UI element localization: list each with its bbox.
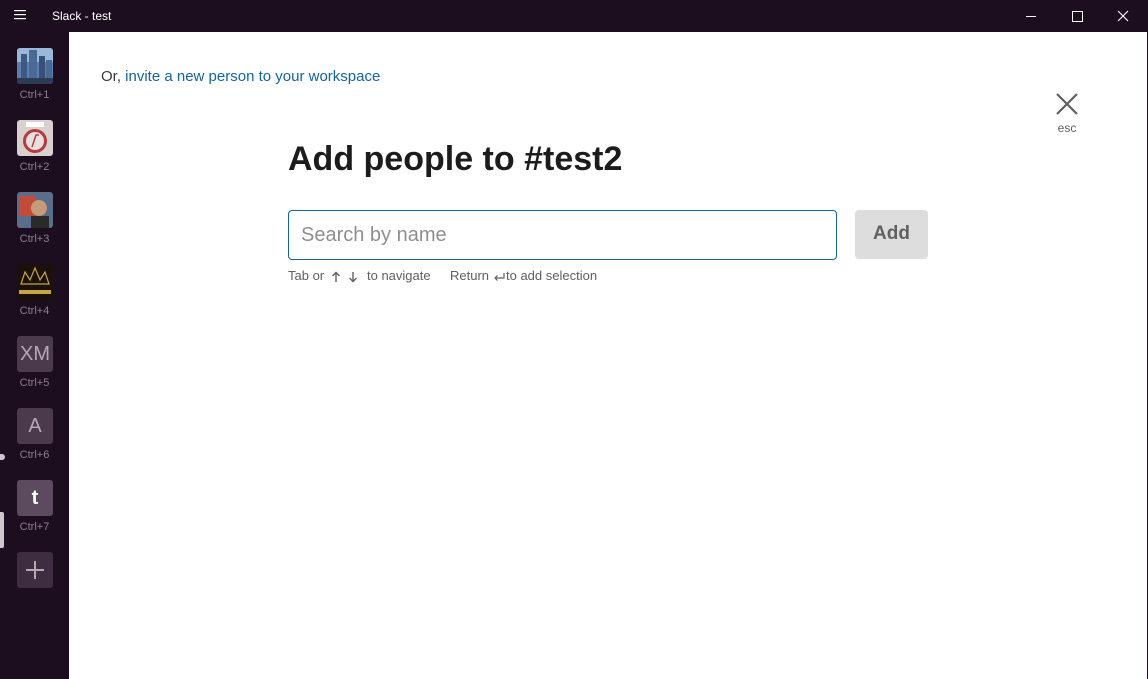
workspace-3-shortcut: Ctrl+3: [19, 233, 50, 245]
close-esc-label: esc: [1057, 121, 1077, 135]
window-title: Slack - test: [52, 9, 112, 23]
workspace-3-icon[interactable]: [17, 192, 53, 228]
workspace-5-icon[interactable]: XM: [17, 336, 53, 372]
workspace-7-icon[interactable]: t: [17, 480, 53, 516]
invite-link[interactable]: invite a new person to your workspace: [125, 68, 380, 85]
workspace-6-icon[interactable]: A: [17, 408, 53, 444]
hint-add-selection: to add selection: [506, 268, 598, 283]
add-button[interactable]: Add: [855, 210, 928, 259]
arrow-up-icon: [332, 271, 340, 282]
hamburger-icon[interactable]: [14, 8, 34, 24]
plus-icon: [26, 561, 44, 579]
arrow-down-icon: [349, 272, 357, 283]
workspace-4-shortcut: Ctrl+4: [19, 305, 50, 317]
workspace-6-shortcut: Ctrl+6: [19, 449, 50, 461]
workspace-1-icon[interactable]: [17, 48, 53, 84]
close-icon[interactable]: [1100, 0, 1146, 32]
workspace-sidebar: Ctrl+1 Ctrl+2 Ctrl+3 Ctrl+4 XM Ctrl+5 A …: [0, 32, 69, 679]
return-icon: [494, 273, 505, 281]
maximize-icon[interactable]: [1054, 0, 1100, 32]
workspace-4-icon[interactable]: [17, 264, 53, 300]
hint-navigate: to navigate: [367, 268, 431, 283]
dialog-title: Add people to #test2: [288, 140, 623, 178]
title-bar: Slack - test: [0, 0, 1148, 32]
close-dialog-icon[interactable]: [1055, 92, 1079, 116]
add-workspace-button[interactable]: [17, 552, 53, 588]
workspace-5-shortcut: Ctrl+5: [19, 377, 50, 389]
search-input[interactable]: [288, 210, 837, 260]
invite-prefix: Or,: [101, 68, 126, 85]
minimize-icon[interactable]: [1008, 0, 1054, 32]
hint-return: Return: [450, 268, 490, 283]
invite-line: Or, invite a new person to your workspac…: [101, 68, 380, 85]
add-people-dialog: Or, invite a new person to your workspac…: [69, 32, 1148, 679]
workspace-2-shortcut: Ctrl+2: [19, 161, 50, 173]
workspace-2-icon[interactable]: [17, 120, 53, 156]
workspace-1-shortcut: Ctrl+1: [19, 89, 50, 101]
workspace-7-shortcut: Ctrl+7: [19, 521, 50, 533]
hint-tab: Tab or: [288, 268, 325, 283]
